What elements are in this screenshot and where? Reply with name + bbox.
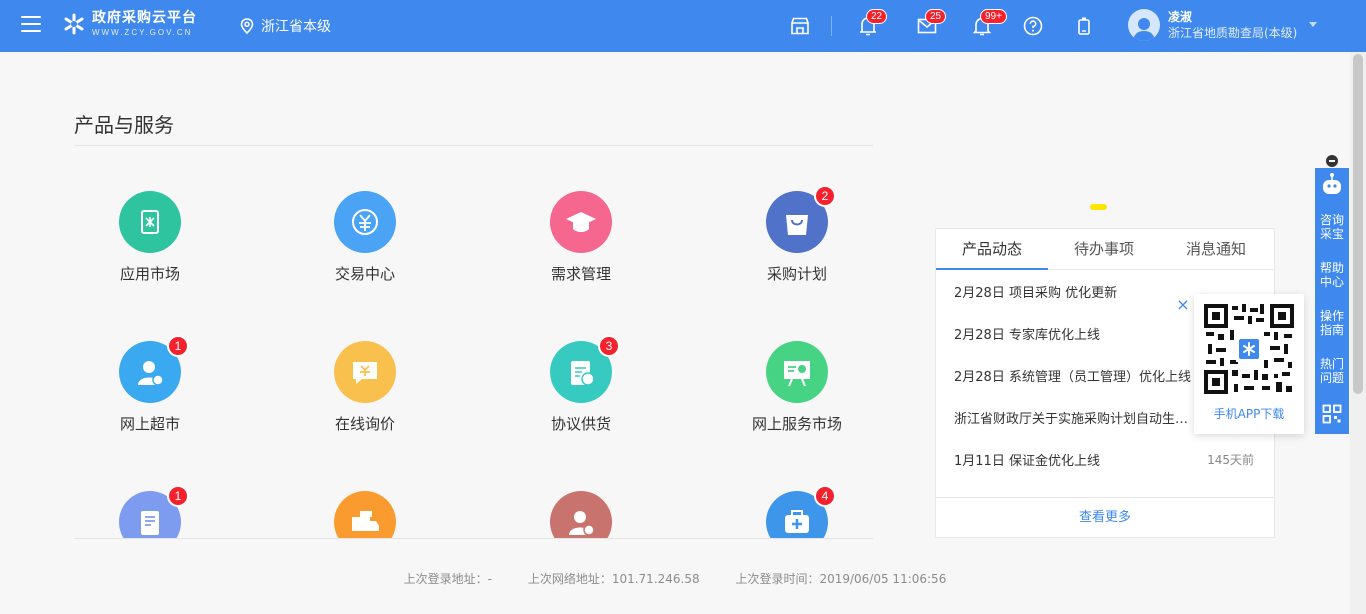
logo-subtitle: WWW.ZCY.GOV.CN: [92, 28, 193, 37]
top-navigation-bar: 政府采购云平台 WWW.ZCY.GOV.CN 浙江省本级 22 25 99+ 凌…: [0, 0, 1366, 52]
count-badge: 3: [598, 335, 620, 357]
robot-assistant-icon[interactable]: [1315, 168, 1349, 204]
region-label: 浙江省本级: [261, 19, 331, 35]
mobile-phone-icon[interactable]: [1072, 14, 1096, 38]
platform-logo[interactable]: 政府采购云平台 WWW.ZCY.GOV.CN: [62, 11, 197, 37]
carousel-indicator[interactable]: [1090, 204, 1107, 210]
help-icon[interactable]: [1021, 14, 1045, 38]
mail-icon[interactable]: 25: [915, 9, 947, 38]
tile-trade-center[interactable]: 交易中心: [290, 191, 440, 311]
last-network-address: 上次网络地址：101.71.246.58: [527, 572, 700, 586]
tab-notifications[interactable]: 消息通知: [1160, 229, 1272, 269]
bell-badge: 99+: [980, 9, 1007, 24]
tile-demand-management[interactable]: 需求管理: [506, 191, 656, 311]
collapse-icon[interactable]: [1326, 155, 1338, 167]
sidebar-item-faq[interactable]: 热门 问题: [1315, 348, 1349, 396]
app-download-popup: 手机APP下载: [1194, 294, 1304, 434]
service-board-icon: [766, 341, 828, 403]
notice-badge: 22: [866, 9, 888, 24]
view-more-link[interactable]: 查看更多: [936, 497, 1274, 538]
last-login-address: 上次登录地址：-: [403, 572, 492, 586]
graduation-cap-icon: [550, 191, 612, 253]
location-pin-icon: [240, 18, 254, 34]
news-tabs: 产品动态 待办事项 消息通知: [936, 229, 1274, 270]
tile-label: 交易中心: [334, 265, 395, 283]
region-selector[interactable]: 浙江省本级: [240, 16, 331, 36]
section-divider: [74, 145, 873, 146]
user-name: 凌淑: [1168, 10, 1193, 24]
tile-label: 协议供货: [550, 415, 611, 433]
close-icon[interactable]: ×: [1175, 297, 1191, 313]
qr-code-icon[interactable]: [1315, 396, 1349, 434]
user-profile[interactable]: 凌淑 浙江省地质勘查局(本级): [1128, 9, 1297, 41]
notice-icon[interactable]: 22: [856, 9, 888, 38]
tile-procurement-plan[interactable]: 2 采购计划: [722, 185, 872, 311]
count-badge: 1: [167, 335, 189, 357]
chevron-down-icon[interactable]: [1309, 22, 1317, 27]
tile-app-market[interactable]: 应用市场: [75, 191, 225, 311]
news-title: 1月11日 保证金优化上线: [954, 453, 1100, 469]
login-info-footer: 上次登录地址：- 上次网络地址：101.71.246.58 上次登录时间：201…: [0, 570, 1350, 587]
count-badge: 4: [814, 485, 836, 507]
tile-online-mall[interactable]: 1 网上超市: [75, 335, 225, 461]
news-time: 145天前: [1207, 452, 1254, 467]
store-icon[interactable]: [788, 14, 812, 38]
market-icon: [119, 191, 181, 253]
news-title: 浙江省财政厅关于实施采购计划自动生成功能: [954, 411, 1194, 427]
tile-online-service-market[interactable]: 网上服务市场: [722, 341, 872, 461]
sidebar-item-guide[interactable]: 操作 指南: [1315, 300, 1349, 348]
list-item[interactable]: 1月11日 保证金优化上线 145天前: [954, 438, 1254, 480]
bell-icon[interactable]: 99+: [970, 9, 1007, 38]
tab-todo[interactable]: 待办事项: [1048, 229, 1160, 269]
tile-label: 需求管理: [550, 265, 611, 283]
trade-center-icon: [334, 191, 396, 253]
logo-title: 政府采购云平台: [92, 10, 197, 26]
tile-label: 应用市场: [119, 265, 180, 283]
mail-badge: 25: [925, 9, 947, 24]
avatar: [1128, 9, 1160, 41]
qr-code: [1204, 304, 1294, 394]
scrollbar[interactable]: [1350, 52, 1366, 614]
tile-label: 网上超市: [119, 415, 180, 433]
app-download-label[interactable]: 手机APP下载: [1194, 405, 1304, 422]
user-organization: 浙江省地质勘查局(本级): [1168, 26, 1298, 40]
sidebar-item-help-center[interactable]: 帮助 中心: [1315, 252, 1349, 300]
scrollbar-thumb[interactable]: [1353, 54, 1363, 394]
tile-agreement-supply[interactable]: 3 协议供货: [506, 335, 656, 461]
tile-label: 采购计划: [766, 265, 827, 283]
header-divider: [831, 16, 832, 36]
last-login-time: 上次登录时间：2019/06/05 11:06:56: [735, 572, 947, 586]
page-title: 产品与服务: [74, 113, 174, 137]
content-divider: [74, 538, 873, 539]
sidebar-item-consult[interactable]: 咨询 采宝: [1315, 204, 1349, 252]
menu-icon[interactable]: [21, 16, 41, 34]
tile-online-inquiry[interactable]: 在线询价: [290, 341, 440, 461]
tile-label: 在线询价: [334, 415, 395, 433]
count-badge: 1: [167, 485, 189, 507]
logo-icon: [62, 12, 86, 36]
tile-label: 网上服务市场: [751, 415, 842, 433]
news-title: 2月28日 项目采购 优化更新: [954, 285, 1118, 301]
yuan-chat-icon: [334, 341, 396, 403]
count-badge: 2: [814, 185, 836, 207]
tab-product-updates[interactable]: 产品动态: [936, 229, 1048, 270]
news-title: 2月28日 专家库优化上线: [954, 327, 1100, 343]
news-title: 2月28日 系统管理（员工管理）优化上线: [954, 369, 1191, 385]
